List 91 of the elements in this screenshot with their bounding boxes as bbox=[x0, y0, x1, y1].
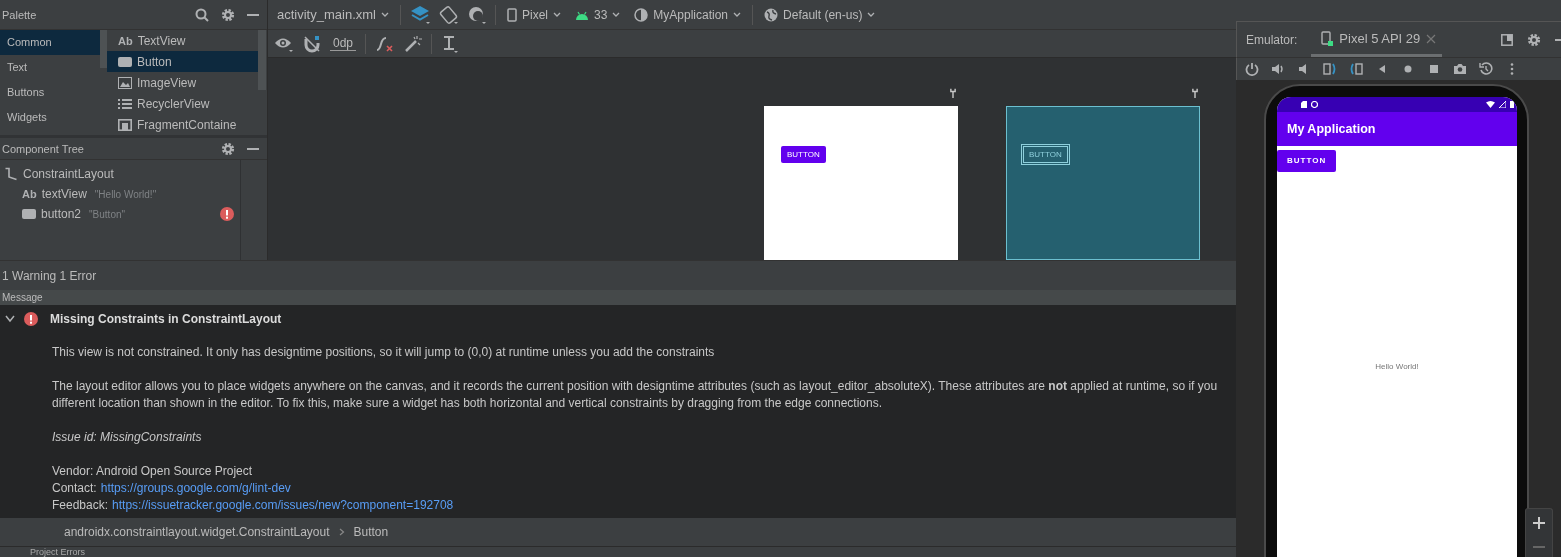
palette-item[interactable]: FragmentContaine bbox=[107, 114, 258, 135]
rotate-left-icon[interactable] bbox=[1323, 62, 1337, 76]
margin-field[interactable]: 0dp bbox=[330, 36, 357, 51]
button-widget-icon bbox=[118, 56, 132, 67]
detail-line: Feedback: https://issuetracker.google.com/issues/new?component=192708 bbox=[52, 497, 455, 514]
app-bar-title: My Application bbox=[1277, 112, 1517, 146]
tree-node-label[interactable]: button2 bbox=[41, 207, 82, 221]
palette-item[interactable]: Ab TextView bbox=[107, 30, 258, 51]
rotate-icon[interactable] bbox=[438, 4, 459, 25]
chevron-icon[interactable] bbox=[4, 313, 16, 324]
panel-title: Palette bbox=[2, 8, 38, 21]
overview-icon[interactable] bbox=[1427, 62, 1441, 76]
search-icon[interactable] bbox=[195, 7, 209, 22]
tree-node-text: "Hello World!" bbox=[94, 188, 158, 200]
caret-icon bbox=[612, 11, 621, 18]
detail-line: Contact: https://groups.google.com/g/lint-dev bbox=[52, 480, 292, 497]
link[interactable]: https://issuetracker.google.com/issues/new?component=192708 bbox=[112, 498, 454, 512]
battery-icon bbox=[1510, 101, 1514, 108]
clear-constraints-icon[interactable] bbox=[375, 34, 396, 53]
text-widget-glyph: Ab bbox=[118, 34, 133, 47]
signal-icon bbox=[1499, 101, 1506, 108]
preview-button[interactable]: BUTTON bbox=[781, 146, 826, 163]
wrench-icon[interactable] bbox=[948, 88, 958, 98]
device-tab[interactable]: Pixel 5 API 29 bbox=[1311, 23, 1443, 57]
android-icon bbox=[575, 9, 589, 20]
dropdown-button[interactable]: Default (en-us) bbox=[761, 5, 879, 24]
power-icon[interactable] bbox=[1245, 62, 1259, 76]
issue-id-line: Issue id: MissingConstraints bbox=[52, 429, 203, 446]
theme-icon[interactable] bbox=[466, 4, 487, 25]
tree-node-label[interactable]: textView bbox=[41, 187, 87, 201]
device-phone-icon bbox=[1321, 30, 1334, 47]
message-line: The layout editor allows you to place widgets anywhere on the canvas, and it records the current position with designtime attributes (such as layout_editor_absoluteX). These attributes are not applied at runtime, so if you bbox=[52, 378, 1219, 395]
link[interactable]: https://groups.google.com/g/lint-dev bbox=[100, 481, 291, 495]
camera-icon[interactable] bbox=[1453, 62, 1467, 76]
breadcrumb-item[interactable]: androidx.constraintlayout.widget.ConstraintLayout bbox=[64, 525, 330, 539]
wifi-icon bbox=[1486, 101, 1495, 108]
tree-node-text: "Button" bbox=[89, 208, 127, 220]
button-widget-icon bbox=[22, 209, 36, 219]
palette-category[interactable]: Widgets bbox=[0, 105, 100, 130]
palette-item[interactable]: ImageView bbox=[107, 72, 258, 93]
column-header: Message bbox=[0, 290, 1236, 305]
volume-up-icon[interactable] bbox=[1271, 62, 1285, 76]
panel-label: Emulator: bbox=[1246, 32, 1298, 49]
tool-window-tab[interactable]: Project Errors bbox=[30, 547, 85, 557]
hello-text: Hello World! bbox=[1375, 362, 1419, 371]
connector-icon bbox=[4, 167, 18, 181]
image-widget-icon bbox=[118, 76, 132, 89]
palette-category[interactable]: Buttons bbox=[0, 80, 100, 105]
zoom-in-icon[interactable] bbox=[1533, 517, 1545, 529]
settings-icon[interactable] bbox=[221, 7, 235, 22]
settings-icon[interactable] bbox=[221, 141, 235, 156]
caret-icon bbox=[380, 11, 389, 18]
caret-icon bbox=[733, 11, 742, 18]
problems-summary: 1 Warning 1 Error bbox=[2, 268, 97, 283]
message-line: different location than shown in the editor. To fix this, make sure a widget has both horizontal and vertical constraints by dragging from the edge connections. bbox=[52, 395, 884, 412]
issue-title[interactable]: Missing Constraints in ConstraintLayout bbox=[50, 311, 282, 326]
magic-wand-icon[interactable] bbox=[404, 34, 423, 53]
dropdown-button[interactable]: MyApplication bbox=[631, 5, 745, 24]
snapshot-icon[interactable] bbox=[1479, 62, 1493, 76]
globe-icon bbox=[764, 7, 779, 22]
message-line: This view is not constrained. It only has designtime positions, so it will jump to (0,0) at runtime unless you add the constraints bbox=[52, 344, 716, 361]
text-widget-glyph: Ab bbox=[22, 188, 37, 200]
scrollbar-thumb[interactable] bbox=[258, 30, 266, 90]
palette-category[interactable]: Common bbox=[0, 30, 100, 55]
scrollbar-thumb[interactable] bbox=[100, 30, 107, 68]
chevron-right-icon bbox=[338, 528, 345, 536]
file-tab[interactable]: activity_main.xml bbox=[274, 5, 392, 24]
palette-item[interactable]: RecyclerView bbox=[107, 93, 258, 114]
tree-node-label[interactable]: ConstraintLayout bbox=[23, 167, 114, 181]
palette-item[interactable]: Button bbox=[107, 51, 258, 72]
dropdown-button[interactable]: 33 bbox=[572, 5, 624, 24]
app-button[interactable]: BUTTON bbox=[1277, 150, 1337, 172]
phone-icon bbox=[506, 7, 517, 22]
window-mode-icon[interactable] bbox=[1501, 34, 1513, 46]
dropdown-button[interactable]: Pixel bbox=[503, 5, 564, 24]
detail-line: Vendor: Android Open Source Project bbox=[52, 463, 254, 480]
sim-icon bbox=[1301, 101, 1307, 108]
contrast-icon bbox=[634, 7, 649, 22]
palette-category[interactable]: Text bbox=[0, 55, 100, 80]
align-icon[interactable] bbox=[441, 34, 460, 53]
caret-icon bbox=[867, 11, 876, 18]
list-widget-icon bbox=[118, 97, 132, 110]
frame-widget-icon bbox=[118, 118, 132, 131]
breadcrumb-item[interactable]: Button bbox=[353, 525, 389, 539]
panel-title: Component Tree bbox=[2, 142, 85, 155]
wrench-icon[interactable] bbox=[1190, 88, 1200, 98]
caret-icon bbox=[553, 11, 561, 18]
rotate-right-icon[interactable] bbox=[1349, 62, 1363, 76]
magnet-off-icon[interactable] bbox=[303, 34, 321, 53]
blueprint-button-outline[interactable]: BUTTON bbox=[1023, 145, 1068, 163]
settings-icon[interactable] bbox=[1527, 33, 1541, 47]
